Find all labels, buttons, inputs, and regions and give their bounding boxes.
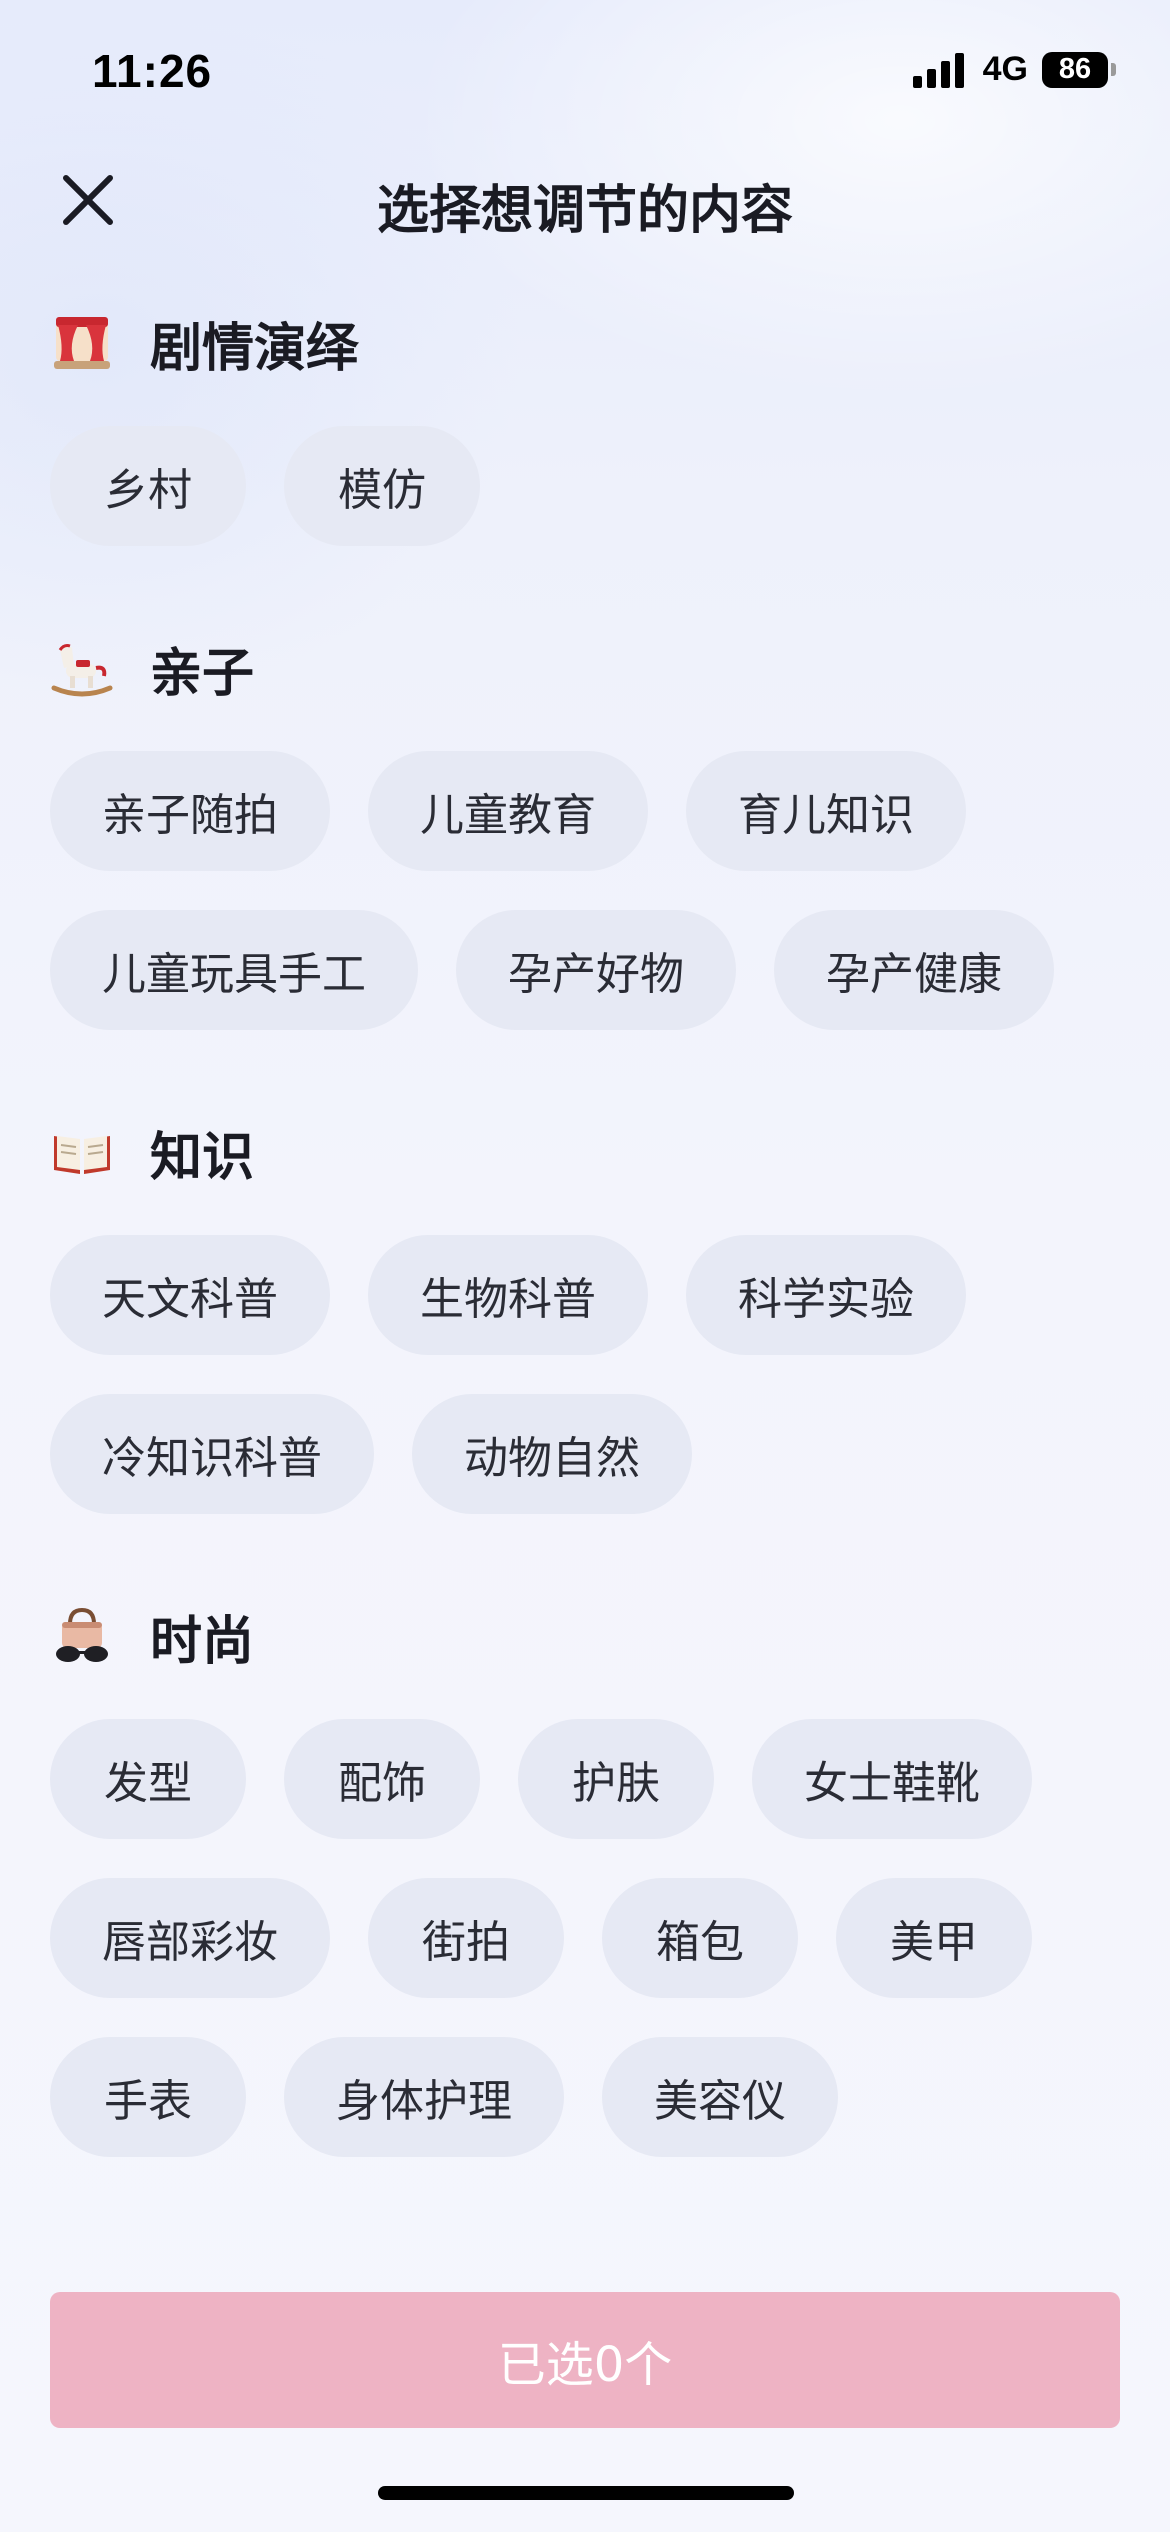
chip-group: 发型 配饰 护肤 女士鞋靴 唇部彩妆 街拍 箱包 美甲 手表 身体护理 美容仪 bbox=[50, 1719, 1120, 2196]
section-title: 亲子 bbox=[150, 643, 255, 704]
tag-chip[interactable]: 美甲 bbox=[836, 1878, 1032, 1998]
tag-chip[interactable]: 箱包 bbox=[602, 1878, 798, 1998]
tag-chip[interactable]: 亲子随拍 bbox=[50, 751, 330, 871]
tag-chip[interactable]: 配饰 bbox=[284, 1719, 480, 1839]
confirm-button[interactable]: 已选0个 bbox=[50, 2292, 1120, 2428]
section-parenting: 亲子 亲子随拍 儿童教育 育儿知识 儿童玩具手工 孕产好物 孕产健康 bbox=[50, 625, 1120, 1069]
status-bar: 11:26 4G 86 bbox=[0, 0, 1170, 150]
handbag-sunglasses-icon bbox=[56, 1607, 108, 1662]
tag-chip[interactable]: 冷知识科普 bbox=[50, 1394, 374, 1514]
section-header: 剧情演绎 bbox=[50, 300, 1120, 386]
section-title: 知识 bbox=[150, 1127, 255, 1188]
tag-chip[interactable]: 唇部彩妆 bbox=[50, 1878, 330, 1998]
open-book-icon bbox=[54, 1136, 110, 1174]
tag-chip[interactable]: 动物自然 bbox=[412, 1394, 692, 1514]
theater-curtain-icon bbox=[54, 317, 110, 369]
section-title: 剧情演绎 bbox=[150, 318, 359, 379]
section-knowledge: 知识 天文科普 生物科普 科学实验 冷知识科普 动物自然 bbox=[50, 1109, 1120, 1553]
signal-icon bbox=[912, 52, 969, 88]
tag-chip[interactable]: 乡村 bbox=[50, 426, 246, 546]
home-indicator[interactable] bbox=[378, 2486, 794, 2500]
category-list[interactable]: 剧情演绎 乡村 模仿 亲子 亲子随拍 儿童教育 育儿知识 儿童玩具手工 孕产好物… bbox=[50, 300, 1120, 2268]
battery-tip bbox=[1111, 63, 1116, 76]
rocking-horse-icon bbox=[51, 644, 113, 697]
chip-group: 天文科普 生物科普 科学实验 冷知识科普 动物自然 bbox=[50, 1235, 1120, 1553]
section-drama: 剧情演绎 乡村 模仿 bbox=[50, 300, 1120, 585]
chip-group: 亲子随拍 儿童教育 育儿知识 儿童玩具手工 孕产好物 孕产健康 bbox=[50, 751, 1120, 1069]
section-fashion: 时尚 发型 配饰 护肤 女士鞋靴 唇部彩妆 街拍 箱包 美甲 手表 身体护理 美… bbox=[50, 1593, 1120, 2196]
tag-chip[interactable]: 儿童玩具手工 bbox=[50, 910, 418, 1030]
tag-chip[interactable]: 女士鞋靴 bbox=[752, 1719, 1032, 1839]
status-indicators: 4G 86 bbox=[912, 50, 1116, 89]
tag-chip[interactable]: 孕产健康 bbox=[774, 910, 1054, 1030]
battery-level: 86 bbox=[1058, 53, 1092, 85]
tag-chip[interactable]: 儿童教育 bbox=[368, 751, 648, 871]
tag-chip[interactable]: 护肤 bbox=[518, 1719, 714, 1839]
status-time: 11:26 bbox=[92, 45, 213, 97]
tag-chip[interactable]: 育儿知识 bbox=[686, 751, 966, 871]
tag-chip[interactable]: 身体护理 bbox=[284, 2037, 564, 2157]
chip-group: 乡村 模仿 bbox=[50, 426, 1120, 585]
tag-chip[interactable]: 街拍 bbox=[368, 1878, 564, 1998]
section-header: 时尚 bbox=[50, 1593, 1120, 1679]
tag-chip[interactable]: 生物科普 bbox=[368, 1235, 648, 1355]
tag-chip[interactable]: 模仿 bbox=[284, 426, 480, 546]
network-label: 4G bbox=[982, 50, 1028, 88]
page-title: 选择想调节的内容 bbox=[376, 181, 793, 241]
tag-chip[interactable]: 美容仪 bbox=[602, 2037, 838, 2157]
tag-chip[interactable]: 孕产好物 bbox=[456, 910, 736, 1030]
section-title: 时尚 bbox=[150, 1611, 255, 1672]
battery-icon: 86 bbox=[1042, 51, 1108, 88]
section-header: 知识 bbox=[50, 1109, 1120, 1195]
tag-chip[interactable]: 发型 bbox=[50, 1719, 246, 1839]
tag-chip[interactable]: 手表 bbox=[50, 2037, 246, 2157]
tag-chip[interactable]: 天文科普 bbox=[50, 1235, 330, 1355]
section-header: 亲子 bbox=[50, 625, 1120, 711]
tag-chip[interactable]: 科学实验 bbox=[686, 1235, 966, 1355]
